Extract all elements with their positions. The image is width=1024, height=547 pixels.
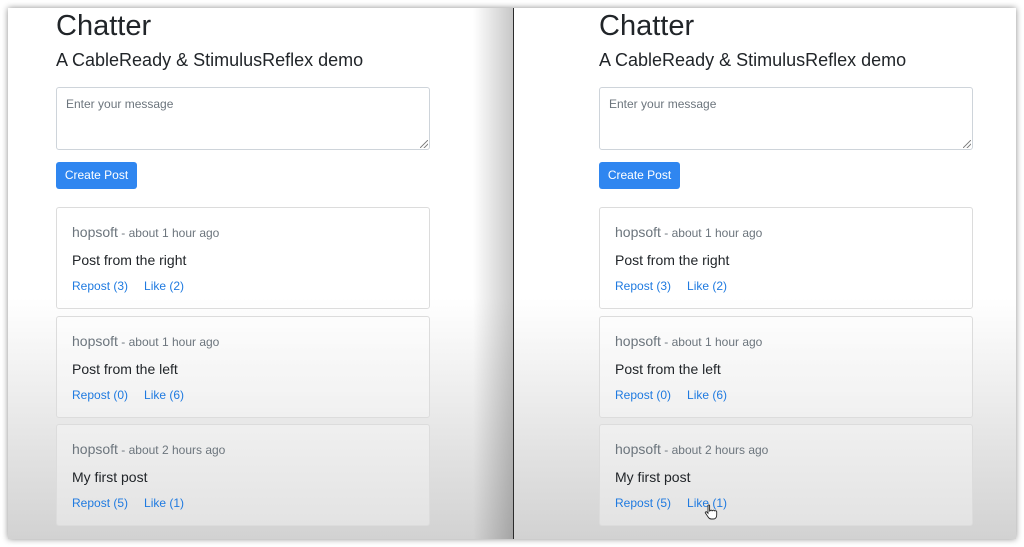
post-body: Post from the left xyxy=(72,361,178,377)
repost-link[interactable]: Repost (5) xyxy=(72,496,128,510)
post-card: hopsoft - about 2 hours ago My first pos… xyxy=(599,424,973,526)
meta-separator: - xyxy=(660,226,672,240)
hand-pointer-cursor-icon xyxy=(704,504,718,520)
post-author: hopsoft xyxy=(72,333,118,349)
post-actions: Repost (3) Like (2) xyxy=(615,279,727,293)
like-link[interactable]: Like (6) xyxy=(144,388,184,402)
post-body: My first post xyxy=(72,469,148,485)
message-placeholder: Enter your message xyxy=(609,97,717,111)
post-meta: hopsoft - about 1 hour ago xyxy=(72,333,219,351)
like-link[interactable]: Like (2) xyxy=(144,279,184,293)
post-card: hopsoft - about 1 hour ago Post from the… xyxy=(599,316,973,418)
post-timestamp: about 2 hours ago xyxy=(128,443,226,457)
post-timestamp: about 1 hour ago xyxy=(128,335,220,349)
like-link[interactable]: Like (2) xyxy=(687,279,727,293)
post-author: hopsoft xyxy=(615,441,661,457)
message-textarea[interactable]: Enter your message xyxy=(599,87,973,150)
post-card: hopsoft - about 2 hours ago My first pos… xyxy=(56,424,430,526)
post-timestamp: about 1 hour ago xyxy=(671,226,763,240)
browser-pane-right: Chatter A CableReady & StimulusReflex de… xyxy=(514,8,1016,539)
post-meta: hopsoft - about 1 hour ago xyxy=(72,224,219,242)
screenshot-frame: Chatter A CableReady & StimulusReflex de… xyxy=(8,8,1016,539)
meta-separator: - xyxy=(660,443,672,457)
post-meta: hopsoft - about 1 hour ago xyxy=(615,333,762,351)
create-post-button[interactable]: Create Post xyxy=(56,162,137,189)
post-timestamp: about 1 hour ago xyxy=(128,226,220,240)
post-body: Post from the right xyxy=(72,252,187,268)
resize-handle-icon[interactable] xyxy=(420,140,428,148)
post-meta: hopsoft - about 1 hour ago xyxy=(615,224,762,242)
post-actions: Repost (5) Like (1) xyxy=(72,496,184,510)
post-author: hopsoft xyxy=(72,441,118,457)
post-author: hopsoft xyxy=(615,224,661,240)
like-link[interactable]: Like (1) xyxy=(144,496,184,510)
message-textarea[interactable]: Enter your message xyxy=(56,87,430,150)
page-title: Chatter xyxy=(599,10,695,42)
page-subtitle: A CableReady & StimulusReflex demo xyxy=(599,50,907,70)
post-author: hopsoft xyxy=(615,333,661,349)
repost-link[interactable]: Repost (3) xyxy=(615,279,671,293)
meta-separator: - xyxy=(117,335,129,349)
post-body: My first post xyxy=(615,469,691,485)
meta-separator: - xyxy=(660,335,672,349)
like-link[interactable]: Like (6) xyxy=(687,388,727,402)
meta-separator: - xyxy=(117,443,129,457)
create-post-button[interactable]: Create Post xyxy=(599,162,680,189)
post-body: Post from the right xyxy=(615,252,730,268)
post-meta: hopsoft - about 2 hours ago xyxy=(72,441,225,459)
meta-separator: - xyxy=(117,226,129,240)
post-actions: Repost (0) Like (6) xyxy=(615,388,727,402)
post-actions: Repost (3) Like (2) xyxy=(72,279,184,293)
post-card: hopsoft - about 1 hour ago Post from the… xyxy=(56,207,430,309)
post-actions: Repost (0) Like (6) xyxy=(72,388,184,402)
page-title: Chatter xyxy=(56,10,152,42)
post-card: hopsoft - about 1 hour ago Post from the… xyxy=(56,316,430,418)
browser-pane-left: Chatter A CableReady & StimulusReflex de… xyxy=(8,8,513,539)
post-body: Post from the left xyxy=(615,361,721,377)
repost-link[interactable]: Repost (0) xyxy=(615,388,671,402)
post-author: hopsoft xyxy=(72,224,118,240)
resize-handle-icon[interactable] xyxy=(963,140,971,148)
post-timestamp: about 2 hours ago xyxy=(671,443,769,457)
repost-link[interactable]: Repost (3) xyxy=(72,279,128,293)
post-meta: hopsoft - about 2 hours ago xyxy=(615,441,768,459)
repost-link[interactable]: Repost (0) xyxy=(72,388,128,402)
post-timestamp: about 1 hour ago xyxy=(671,335,763,349)
post-card: hopsoft - about 1 hour ago Post from the… xyxy=(599,207,973,309)
page-subtitle: A CableReady & StimulusReflex demo xyxy=(56,50,364,70)
message-placeholder: Enter your message xyxy=(66,97,174,111)
repost-link[interactable]: Repost (5) xyxy=(615,496,671,510)
